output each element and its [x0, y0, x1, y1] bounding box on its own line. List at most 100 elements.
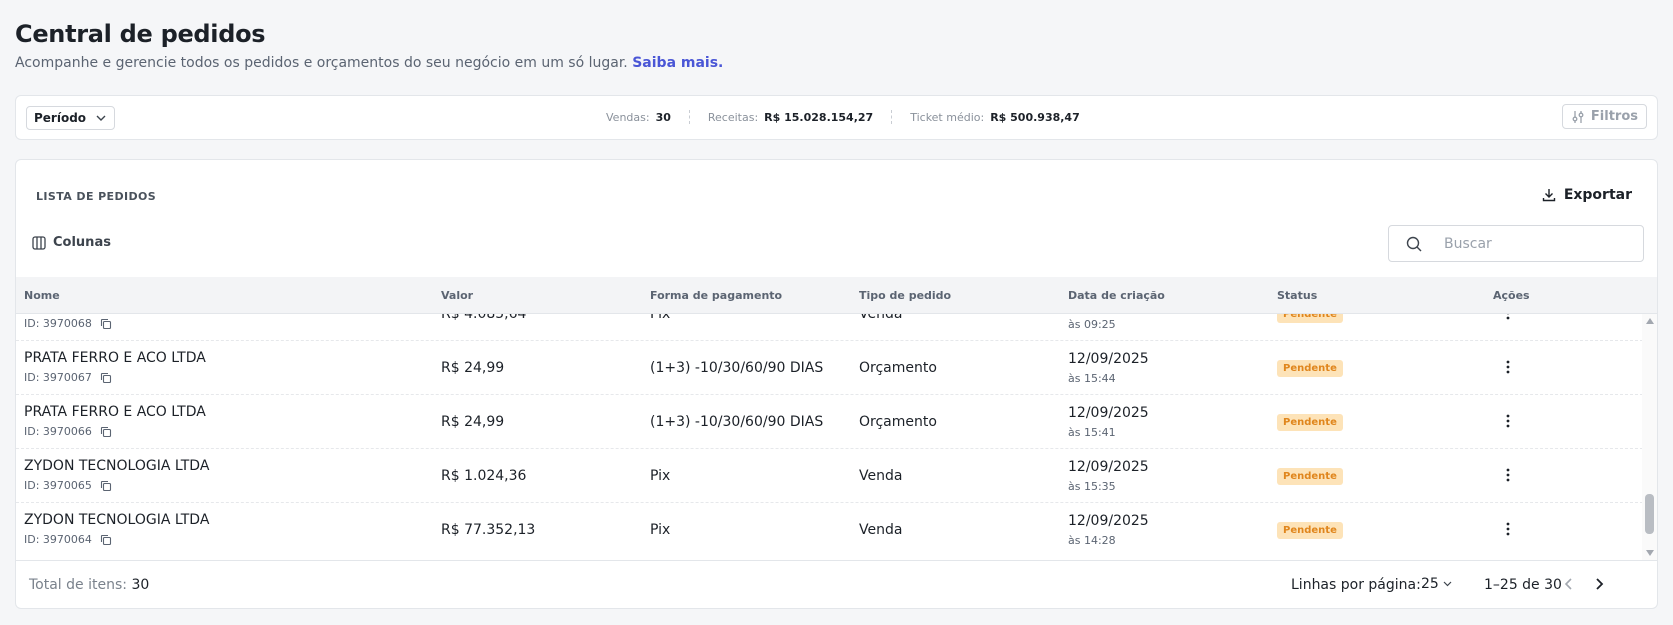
row-actions-button[interactable] [1498, 465, 1518, 485]
customer-name: ZYDON TECNOLOGIA LTDA [24, 458, 210, 474]
column-header-status[interactable]: Status [1277, 289, 1317, 302]
export-label: Exportar [1563, 187, 1632, 203]
rows-per-page-value: 25 [1421, 576, 1439, 592]
row-actions-button[interactable] [1498, 519, 1518, 539]
ticket-label: Ticket médio: [910, 110, 985, 124]
order-id-text: ID: 3970067 [24, 371, 92, 384]
created-date: 12/09/2025 [1068, 459, 1149, 475]
order-type: Venda [859, 314, 903, 322]
column-header-payment[interactable]: Forma de pagamento [650, 289, 782, 302]
more-vertical-icon [1506, 314, 1510, 320]
table-row[interactable]: PRATA FERRO E ACO LTDA ID: 3970067 R$ 24… [16, 341, 1643, 395]
search-input[interactable] [1444, 235, 1614, 252]
status-badge: Pendente [1277, 360, 1343, 377]
pagination-range: 1–25 de 30 [1484, 577, 1562, 593]
chevron-right-icon [1596, 578, 1604, 590]
learn-more-link[interactable]: Saiba mais. [632, 55, 723, 71]
sales-label: Vendas: [606, 110, 650, 124]
table-row[interactable]: ZYDON TECNOLOGIA LTDA ID: 3970065 R$ 1.0… [16, 449, 1643, 503]
customer-name: PRATA FERRO E ACO LTDA [24, 404, 206, 420]
row-actions-button[interactable] [1498, 411, 1518, 431]
revenue-value: R$ 15.028.154,27 [764, 110, 874, 124]
previous-page-button[interactable] [1561, 576, 1577, 596]
table-body: ID: 3970068 R$ 4.085,64 Pix Venda às 09:… [16, 314, 1643, 560]
table-row[interactable]: ID: 3970068 R$ 4.085,64 Pix Venda às 09:… [16, 314, 1643, 341]
chevron-down-icon [96, 115, 106, 121]
created-date: 12/09/2025 [1068, 351, 1149, 367]
filters-button[interactable]: Filtros [1561, 104, 1647, 129]
order-type: Venda [859, 522, 903, 538]
column-header-type[interactable]: Tipo de pedido [859, 289, 951, 302]
table-row[interactable]: PRATA FERRO E ACO LTDA ID: 3970066 R$ 24… [16, 395, 1643, 449]
order-value: R$ 24,99 [441, 414, 505, 430]
ticket-value: R$ 500.938,47 [990, 110, 1080, 124]
order-value: R$ 4.085,64 [441, 314, 527, 322]
order-id-text: ID: 3970065 [24, 479, 92, 492]
orders-list-title: LISTA DE PEDIDOS [36, 190, 157, 203]
table-footer: Total de itens: 30 Linhas por página: 25… [16, 560, 1657, 608]
payment-method: (1+3) -10/30/60/90 DIAS [650, 414, 824, 430]
export-button[interactable]: Exportar [1542, 187, 1632, 203]
chevron-left-icon [1564, 578, 1572, 590]
scrollbar-thumb[interactable] [1645, 494, 1654, 534]
created-time: às 15:35 [1068, 480, 1116, 493]
column-header-created[interactable]: Data de criação [1068, 289, 1165, 302]
status-badge: Pendente [1277, 414, 1343, 431]
download-icon [1542, 189, 1556, 202]
order-value: R$ 24,99 [441, 360, 505, 376]
created-date: 12/09/2025 [1068, 513, 1149, 529]
revenue-label: Receitas: [707, 110, 759, 124]
copy-icon[interactable] [100, 426, 112, 438]
copy-icon[interactable] [100, 480, 112, 492]
period-dropdown[interactable]: Período [26, 106, 116, 130]
page-subtitle-text: Acompanhe e gerencie todos os pedidos e … [15, 55, 628, 71]
created-date: 12/09/2025 [1068, 405, 1149, 421]
order-id: ID: 3970068 [24, 317, 112, 330]
rows-per-page-select[interactable]: 25 [1421, 576, 1452, 592]
row-actions-button[interactable] [1498, 357, 1518, 377]
created-time: às 14:28 [1068, 534, 1116, 547]
total-items-label: Total de itens: [29, 577, 127, 593]
column-header-value[interactable]: Valor [441, 289, 473, 302]
order-type: Venda [859, 468, 903, 484]
table-row[interactable]: ZYDON TECNOLOGIA LTDA ID: 3970064 R$ 77.… [16, 503, 1643, 557]
order-value: R$ 77.352,13 [441, 522, 536, 538]
order-id-text: ID: 3970066 [24, 425, 92, 438]
order-id: ID: 3970065 [24, 479, 112, 492]
page-title: Central de pedidos [15, 20, 266, 48]
more-vertical-icon [1506, 360, 1510, 374]
copy-icon[interactable] [100, 534, 112, 546]
orders-card: LISTA DE PEDIDOS Exportar Colunas Nome V… [15, 159, 1658, 609]
order-type: Orçamento [859, 360, 937, 376]
scroll-up-arrow-icon[interactable] [1646, 318, 1654, 324]
period-label: Período [34, 111, 87, 125]
payment-method: Pix [650, 468, 671, 484]
more-vertical-icon [1506, 468, 1510, 482]
order-id-text: ID: 3970068 [24, 317, 92, 330]
search-box[interactable] [1388, 225, 1644, 262]
more-vertical-icon [1506, 414, 1510, 428]
column-header-actions: Ações [1493, 289, 1530, 302]
scroll-down-arrow-icon[interactable] [1646, 550, 1654, 556]
sliders-icon [1572, 110, 1584, 123]
table-header: Nome Valor Forma de pagamento Tipo de pe… [16, 277, 1657, 314]
summary-stats: Vendas: 30 Receitas: R$ 15.028.154,27 Ti… [606, 110, 1080, 124]
created-time: às 09:25 [1068, 318, 1116, 331]
divider [891, 110, 893, 124]
summary-bar: Período Vendas: 30 Receitas: R$ 15.028.1… [15, 95, 1658, 140]
columns-icon [32, 235, 46, 250]
payment-method: (1+3) -10/30/60/90 DIAS [650, 360, 824, 376]
columns-button[interactable]: Colunas [32, 235, 111, 250]
column-header-name[interactable]: Nome [24, 289, 60, 302]
next-page-button[interactable] [1591, 576, 1607, 596]
table-scrollbar[interactable] [1642, 314, 1657, 560]
total-items-value: 30 [131, 577, 150, 593]
copy-icon[interactable] [100, 318, 112, 330]
row-actions-button[interactable] [1498, 314, 1518, 323]
order-value: R$ 1.024,36 [441, 468, 527, 484]
order-type: Orçamento [859, 414, 937, 430]
customer-name: ZYDON TECNOLOGIA LTDA [24, 512, 210, 528]
payment-method: Pix [650, 314, 671, 322]
copy-icon[interactable] [100, 372, 112, 384]
rows-per-page-label: Linhas por página: [1291, 577, 1421, 593]
